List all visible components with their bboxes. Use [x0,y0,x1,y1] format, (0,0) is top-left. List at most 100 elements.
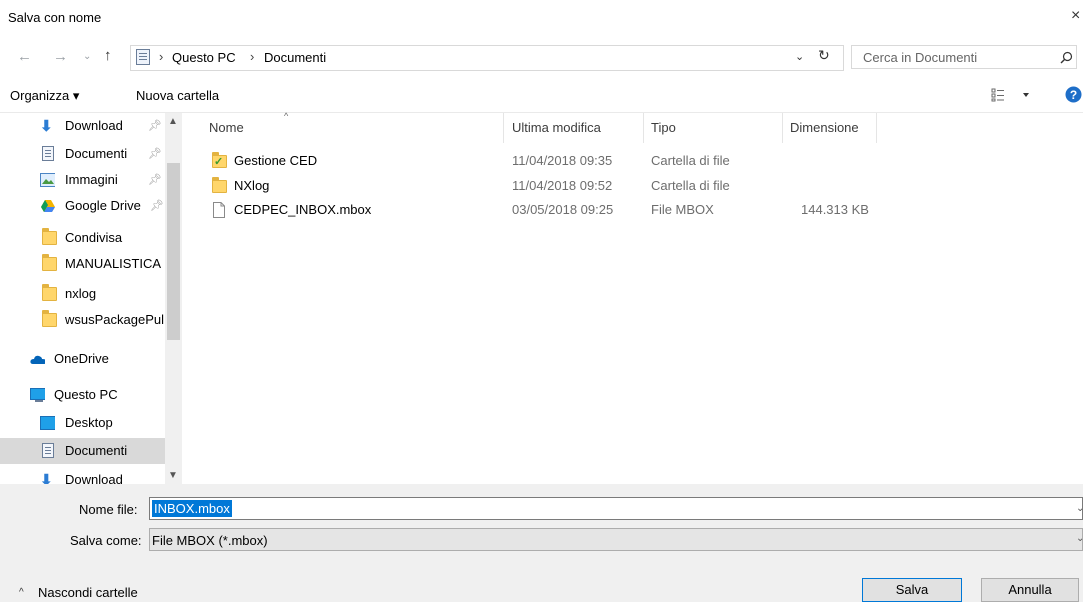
folder-icon [42,254,57,271]
column-divider[interactable] [503,113,504,143]
new-folder-button[interactable]: Nuova cartella [136,88,219,103]
folder-icon [42,228,57,245]
save-button[interactable]: Salva [862,578,962,602]
search-placeholder: Cerca in Documenti [863,50,978,65]
scroll-down-icon[interactable]: ▼ [168,470,178,481]
refresh-icon[interactable]: ↻ [818,47,830,64]
pin-icon: 📌︎ [148,120,162,132]
onedrive-icon [30,355,45,364]
breadcrumb-documenti[interactable]: Documenti [264,50,326,65]
document-icon [42,443,54,458]
file-name: NXlog [234,178,270,193]
scroll-up-icon[interactable]: ▲ [168,116,178,127]
filename-dropdown-chevron-icon[interactable]: ⌄ [1076,503,1083,514]
nav-item-questo-pc[interactable]: Questo PC [0,382,165,408]
file-row[interactable]: ✓ Gestione CED 11/04/2018 09:35 Cartella… [200,149,880,173]
filename-value[interactable]: INBOX.mbox [152,500,232,517]
filename-label: Nome file: [79,502,138,517]
file-name: CEDPEC_INBOX.mbox [234,202,372,217]
nav-item-label: Questo PC [54,387,118,402]
column-divider[interactable] [643,113,644,143]
back-arrow-icon[interactable]: ← [17,48,32,65]
pin-icon: 📌︎ [148,174,162,186]
nav-scrollbar-thumb[interactable] [167,163,180,340]
nav-item-documenti-selected[interactable]: Documenti [0,438,165,464]
nav-item-onedrive[interactable]: OneDrive [0,346,165,372]
organize-button[interactable]: Organizza ▾ [10,88,79,104]
file-row[interactable]: NXlog 11/04/2018 09:52 Cartella di file [200,174,880,198]
nav-item-label: nxlog [65,286,97,301]
filename-input[interactable] [149,497,1083,520]
breadcrumb-separator-icon: › [250,49,255,64]
pin-icon: 📌︎ [148,148,162,160]
nav-item-label: Documenti [65,443,128,458]
address-bar[interactable] [130,45,844,71]
file-type: Cartella di file [651,178,730,193]
hide-folders-toggle[interactable]: Nascondi cartelle [38,585,138,600]
desktop-icon [40,416,55,430]
file-size: 144.313 KB [801,202,869,217]
forward-arrow-icon[interactable]: → [53,48,68,65]
search-icon[interactable] [1060,51,1073,64]
address-dropdown-chevron-icon[interactable]: ⌄ [795,50,804,63]
nav-item-wsuspackagepul[interactable]: wsusPackagePul [0,307,165,333]
sync-check-icon: ✓ [214,156,224,168]
file-type: Cartella di file [651,153,730,168]
type-dropdown-chevron-icon[interactable]: ⌄ [1076,533,1083,544]
column-header-modified[interactable]: Ultima modifica [512,120,601,135]
nav-item-label: Condivisa [65,230,123,245]
view-options-icon[interactable] [991,88,1033,102]
save-as-type-value: File MBOX (*.mbox) [152,533,268,548]
title-bar [0,0,1083,34]
nav-item-download[interactable]: ⬇ Download 📌︎ [0,113,165,139]
download-icon: ⬇ [40,118,53,135]
folder-icon [212,177,227,193]
up-arrow-icon[interactable]: ↑ [104,47,112,64]
collapse-chevron-icon[interactable]: ^ [19,587,24,598]
nav-item-google-drive[interactable]: Google Drive 📌︎ [0,193,165,219]
help-icon[interactable]: ? [1065,86,1082,103]
file-type: File MBOX [651,202,714,217]
close-icon[interactable]: × [1071,7,1080,25]
svg-text:?: ? [1070,88,1077,102]
recent-locations-chevron-icon[interactable]: ⌄ [83,51,91,62]
nav-item-label: Download [65,472,123,485]
file-name: Gestione CED [234,153,318,168]
nav-item-condivisa[interactable]: Condivisa [0,225,165,251]
column-divider[interactable] [876,113,877,143]
nav-item-nxlog[interactable]: nxlog [0,281,165,307]
nav-item-label: Desktop [65,415,113,430]
breadcrumb-questo-pc[interactable]: Questo PC [172,50,236,65]
file-modified: 03/05/2018 09:25 [512,202,614,217]
file-modified: 11/04/2018 09:52 [512,178,613,193]
nav-item-label: wsusPackagePul [65,312,164,327]
navigation-pane: ⬇ Download 📌︎ Documenti 📌︎ Immagini 📌︎ G… [0,113,182,485]
sort-ascending-icon: ^ [284,111,289,121]
pictures-icon [40,173,55,187]
nav-item-label: Documenti [65,146,128,161]
documents-location-icon [136,49,150,65]
column-divider[interactable] [782,113,783,143]
nav-item-label: OneDrive [54,351,109,366]
column-header-name[interactable]: Nome [209,120,244,135]
file-row[interactable]: CEDPEC_INBOX.mbox 03/05/2018 09:25 File … [200,198,880,222]
cancel-button[interactable]: Annulla [981,578,1079,602]
dialog-title: Salva con nome [8,10,102,25]
column-header-size[interactable]: Dimensione [790,120,859,135]
nav-item-immagini[interactable]: Immagini 📌︎ [0,167,165,193]
nav-item-desktop[interactable]: Desktop [0,410,165,436]
nav-item-label: Immagini [65,172,118,187]
file-modified: 11/04/2018 09:35 [512,153,613,168]
google-drive-icon [41,200,55,212]
nav-item-label: MANUALISTICA [65,256,162,271]
nav-item-documenti[interactable]: Documenti 📌︎ [0,141,165,167]
save-as-type-label: Salva come: [70,533,142,548]
nav-item-manualistica[interactable]: MANUALISTICA [0,251,165,277]
breadcrumb-separator-icon: › [159,49,164,64]
save-as-type-select[interactable] [149,528,1083,551]
folder-icon [42,310,57,327]
file-icon [213,202,225,218]
nav-item-download-2[interactable]: ⬇ Download [0,467,165,485]
nav-item-label: Google Drive [65,198,141,213]
column-header-type[interactable]: Tipo [651,120,676,135]
